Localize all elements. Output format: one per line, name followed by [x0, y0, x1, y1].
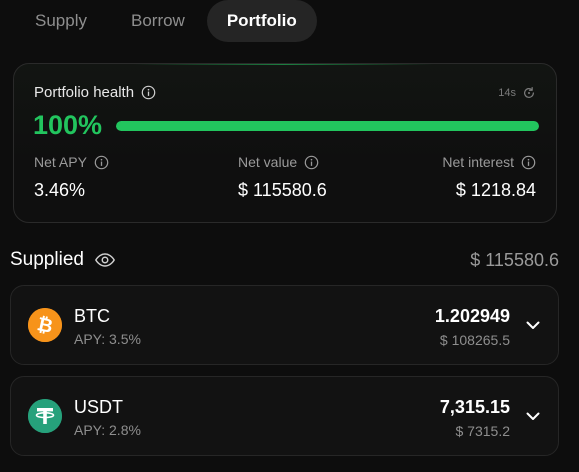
portfolio-health-header: Portfolio health: [34, 84, 156, 101]
refresh-indicator[interactable]: 14s: [498, 86, 536, 100]
metric-value: $ 1218.84: [455, 180, 536, 200]
asset-usd-value: $ 108265.5: [439, 332, 510, 348]
metric-net-interest: Net interest $ 1218.84: [442, 154, 536, 201]
asset-usd-value: $ 7315.2: [455, 423, 511, 439]
health-percent: 100%: [33, 110, 103, 140]
portfolio-health-card: Portfolio health 14s 100% Net APY 3.46%: [13, 63, 557, 223]
supplied-title: Supplied: [10, 249, 84, 270]
chevron-down-icon[interactable]: [524, 316, 542, 334]
tab-portfolio[interactable]: Portfolio: [206, 0, 317, 42]
metric-value: $ 115580.6: [238, 180, 327, 200]
asset-amount: 7,315.15: [439, 397, 510, 417]
tab-bar: Supply Borrow Portfolio: [13, 0, 317, 42]
health-progress-bar: [116, 121, 539, 131]
metric-net-value: Net value $ 115580.6: [238, 154, 327, 201]
info-icon[interactable]: [141, 85, 156, 100]
bitcoin-icon: ₿: [28, 308, 62, 342]
supplied-header: Supplied $ 115580.6: [10, 246, 559, 274]
asset-symbol: BTC: [74, 306, 110, 326]
refresh-time: 14s: [498, 87, 516, 99]
info-icon[interactable]: [304, 155, 319, 170]
asset-card-usdt[interactable]: USDT APY: 2.8% 7,315.15 $ 7315.2: [10, 376, 559, 456]
portfolio-health-title: Portfolio health: [34, 84, 135, 101]
metric-label: Net APY: [34, 154, 87, 170]
supplied-total: $ 115580.6: [470, 249, 559, 270]
asset-apy: APY: 2.8%: [74, 422, 141, 438]
metric-value: 3.46%: [34, 180, 86, 200]
metric-label: Net value: [238, 154, 298, 170]
refresh-icon[interactable]: [522, 86, 536, 100]
metric-net-apy: Net APY 3.46%: [34, 154, 109, 201]
eye-icon[interactable]: [94, 249, 116, 271]
asset-symbol: USDT: [74, 397, 123, 417]
asset-amount: 1.202949: [434, 306, 510, 326]
metric-label: Net interest: [442, 154, 514, 170]
asset-card-btc[interactable]: ₿ BTC APY: 3.5% 1.202949 $ 108265.5: [10, 285, 559, 365]
health-progress-fill: [116, 121, 539, 131]
tab-supply[interactable]: Supply: [13, 0, 109, 42]
chevron-down-icon[interactable]: [524, 407, 542, 425]
info-icon[interactable]: [521, 155, 536, 170]
info-icon[interactable]: [94, 155, 109, 170]
asset-apy: APY: 3.5%: [74, 331, 141, 347]
tab-borrow[interactable]: Borrow: [109, 0, 207, 42]
tether-icon: [28, 399, 62, 433]
portfolio-page: Supply Borrow Portfolio Portfolio health…: [0, 0, 579, 472]
